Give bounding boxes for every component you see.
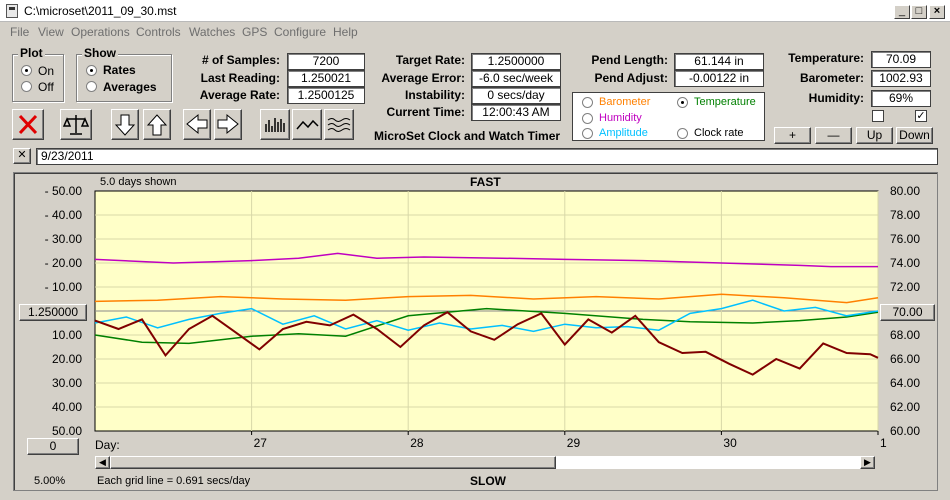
right-tick-label: 78.00 xyxy=(890,208,920,222)
right-tick-label: 80.00 xyxy=(890,184,920,198)
scroll-left-button[interactable]: ◀ xyxy=(95,456,110,469)
x-tick-label: 30 xyxy=(723,436,737,450)
left-tick-label: 10.00 xyxy=(52,328,82,342)
horizontal-scrollbar[interactable]: ◀ ▶ xyxy=(94,455,876,470)
left-tick-label: 20.00 xyxy=(52,352,82,366)
scroll-right-button[interactable]: ▶ xyxy=(860,456,875,469)
left-tick-label: 30.00 xyxy=(52,376,82,390)
right-tick-label: 64.00 xyxy=(890,376,920,390)
graph-svg: 27 28 29 30 1 - 50.00 - 40.00 - 30.00 - 20.00 - … xyxy=(45,184,921,450)
x-tick-label: 1 xyxy=(880,436,887,450)
center-rate-button[interactable]: 1.250000 xyxy=(19,304,87,321)
left-tick-label: - 50.00 xyxy=(45,184,83,198)
left-tick-label: 50.00 xyxy=(52,424,82,438)
scroll-track[interactable] xyxy=(556,456,860,469)
x-tick-labels: 27 28 29 30 1 xyxy=(251,431,887,450)
scroll-thumb[interactable] xyxy=(110,456,556,469)
right-tick-label: 60.00 xyxy=(890,424,920,438)
right-tick-label: 62.00 xyxy=(890,400,920,414)
zoom-label: 5.00% xyxy=(34,475,66,487)
left-tick-label: - 30.00 xyxy=(45,232,83,246)
right-tick-label: 68.00 xyxy=(890,328,920,342)
center-temp-button[interactable]: 70.00 xyxy=(880,304,935,321)
grid-note-label: Each grid line = 0.691 secs/day xyxy=(97,475,251,487)
right-tick-label: 72.00 xyxy=(890,280,920,294)
left-tick-label: - 20.00 xyxy=(45,256,83,270)
left-tick-label: - 10.00 xyxy=(45,280,83,294)
x-tick-label: 27 xyxy=(254,436,268,450)
right-tick-label: 76.00 xyxy=(890,232,920,246)
left-tick-label: 40.00 xyxy=(52,400,82,414)
offset-button[interactable]: 0 xyxy=(27,438,79,455)
slow-label: SLOW xyxy=(470,474,506,488)
right-tick-label: 74.00 xyxy=(890,256,920,270)
left-tick-label: - 40.00 xyxy=(45,208,83,222)
x-tick-label: 29 xyxy=(567,436,581,450)
right-tick-label: 66.00 xyxy=(890,352,920,366)
day-label: Day: xyxy=(95,438,120,452)
x-tick-label: 28 xyxy=(410,436,424,450)
